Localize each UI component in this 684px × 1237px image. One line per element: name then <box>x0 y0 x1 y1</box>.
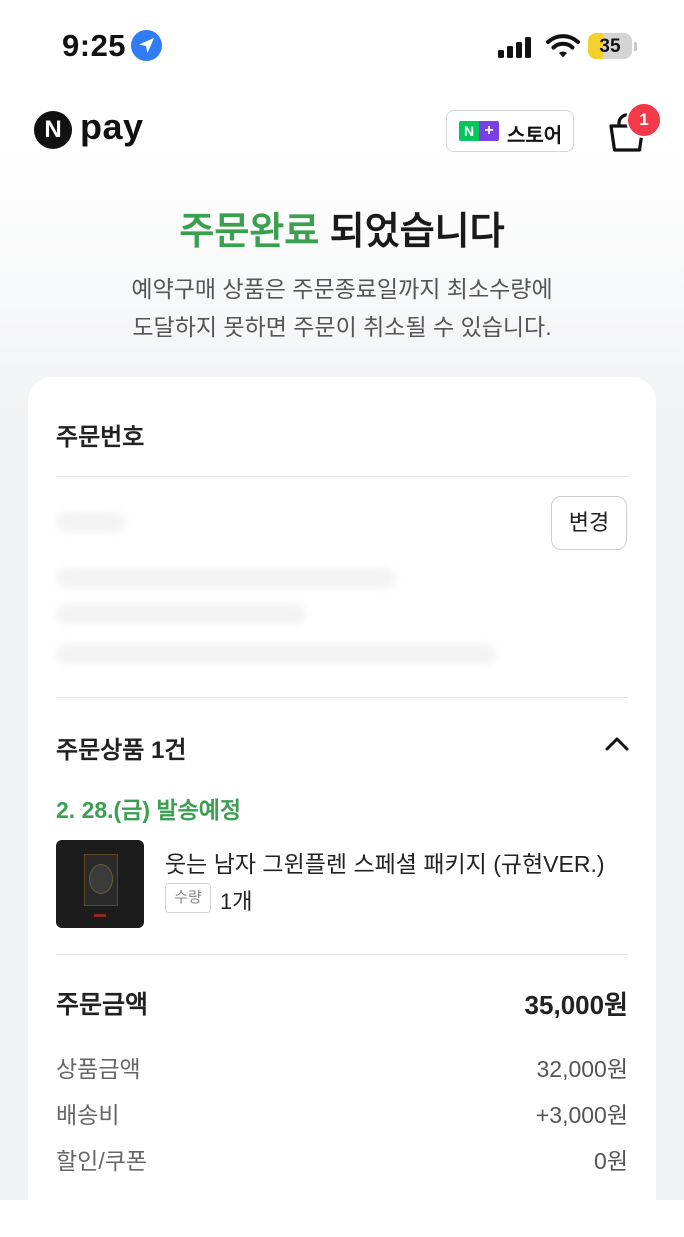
battery-icon: 35 <box>588 33 638 59</box>
npay-logo-icon[interactable]: N <box>34 111 72 149</box>
page-title: 주문완료 되었습니다 <box>0 200 684 255</box>
status-time: 9:25 <box>62 28 127 63</box>
npay-logo-text[interactable]: pay <box>80 106 144 148</box>
change-address-button[interactable]: 변경 <box>551 496 627 550</box>
preorder-notice: 예약구매 상품은 주문종료일까지 최소수량에 도달하지 못하면 주문이 취소될 … <box>0 270 684 346</box>
battery-percent: 35 <box>599 36 621 57</box>
store-button[interactable]: N + 스토어 <box>446 110 574 152</box>
notice-line-2: 도달하지 못하면 주문이 취소될 수 있습니다. <box>132 314 552 340</box>
notice-line-1: 예약구매 상품은 주문종료일까지 최소수량에 <box>131 276 553 302</box>
ship-date: 2. 28.(금) 발송예정 <box>56 797 242 823</box>
status-bar: 9:25 35 <box>0 0 684 90</box>
redacted-line <box>56 604 306 624</box>
subtotal-label: 상품금액 <box>56 1056 141 1082</box>
wifi-icon <box>546 34 580 58</box>
cart-count-badge: 1 <box>626 102 662 138</box>
order-total-value: 35,000원 <box>524 990 628 1020</box>
redacted-line <box>56 644 496 664</box>
product-name[interactable]: 웃는 남자 그윈플렌 스페셜 패키지 (규현VER.) <box>165 845 605 879</box>
redacted-line <box>56 568 396 588</box>
shipping-fee-label: 배송비 <box>56 1102 120 1128</box>
redacted-line <box>56 512 126 532</box>
discount-value: 0원 <box>594 1148 628 1174</box>
page-title-rest: 되었습니다 <box>319 211 505 253</box>
divider <box>56 476 628 477</box>
chevron-up-icon[interactable] <box>604 733 630 755</box>
order-items-header: 주문상품 1건 <box>56 737 187 764</box>
divider <box>56 954 628 955</box>
quantity-value: 1개 <box>220 889 253 914</box>
store-button-label: 스토어 <box>507 125 563 147</box>
location-arrow-icon <box>131 30 162 61</box>
subtotal-value: 32,000원 <box>536 1056 628 1082</box>
nplus-store-logo-icon: N + <box>459 121 499 141</box>
order-number-label: 주문번호 <box>56 424 145 451</box>
quantity-tag: 수량 <box>165 883 211 913</box>
shipping-fee-value: +3,000원 <box>535 1102 628 1128</box>
cellular-signal-icon <box>498 36 536 58</box>
discount-label: 할인/쿠폰 <box>56 1148 148 1174</box>
page-title-highlight: 주문완료 <box>179 211 320 253</box>
divider <box>56 697 628 698</box>
product-thumbnail[interactable] <box>56 840 144 928</box>
order-total-label: 주문금액 <box>56 991 149 1019</box>
